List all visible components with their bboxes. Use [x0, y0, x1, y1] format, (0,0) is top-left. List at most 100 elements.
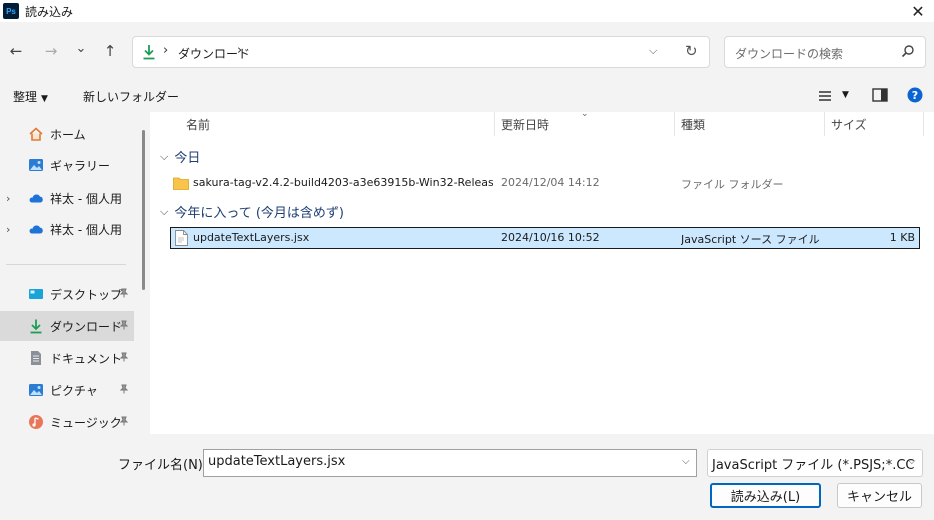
organize-button[interactable]: 整理 ▼ [13, 88, 48, 105]
pictures-icon [29, 384, 43, 396]
column-divider[interactable] [674, 112, 675, 136]
sidebar-item-pictures[interactable]: ピクチャ [0, 375, 134, 405]
file-type-select[interactable]: JavaScript ファイル (*.PSJS;*.CC [707, 449, 923, 477]
recent-locations-icon[interactable]: ⌄ [70, 37, 92, 59]
column-divider[interactable] [494, 112, 495, 136]
file-name: updateTextLayers.jsx [193, 231, 310, 244]
script-file-icon [175, 230, 188, 246]
file-type: ファイル フォルダー [681, 178, 784, 191]
chevron-down-icon[interactable]: ⌵ [908, 456, 916, 467]
expand-chevron-icon[interactable]: › [6, 192, 10, 205]
up-arrow-icon[interactable]: ↑ [99, 40, 121, 62]
file-size: 1 KB [889, 231, 915, 244]
file-name: sakura-tag-v2.4.2-build4203-a3e63915b-Wi… [193, 176, 493, 189]
command-bar: 整理 ▼ 新しいフォルダー ▼ ? [0, 80, 934, 112]
collapse-chevron-icon[interactable]: ⌵ [160, 150, 168, 164]
sidebar-item-label: ダウンロード [50, 319, 123, 334]
view-options-icon[interactable] [818, 90, 832, 102]
column-header-name[interactable]: 名前 [186, 112, 210, 136]
sidebar-item-label: ギャラリー [50, 158, 111, 173]
search-input[interactable]: ダウンロードの検索 [735, 45, 843, 62]
breadcrumb-separator[interactable]: › [237, 43, 242, 58]
back-arrow-icon[interactable]: ← [5, 40, 27, 62]
sidebar-item-onedrive[interactable]: › 祥太 - 個人用 [0, 214, 134, 244]
sidebar-item-home[interactable]: ホーム [0, 119, 134, 149]
expand-chevron-icon[interactable]: › [6, 223, 10, 236]
column-header-date[interactable]: 更新日時 [501, 112, 549, 136]
music-icon [29, 415, 43, 429]
download-icon [143, 45, 155, 60]
sidebar-item-desktop[interactable]: デスクトップ [0, 279, 134, 309]
search-icon [901, 45, 914, 58]
sidebar-item-label: 祥太 - 個人用 [50, 222, 122, 237]
open-button[interactable]: 読み込み(L) [710, 483, 821, 508]
column-header-type[interactable]: 種類 [681, 112, 705, 136]
download-icon [30, 319, 42, 334]
sidebar-item-label: ホーム [50, 127, 86, 142]
group-label: 今日 [174, 151, 201, 166]
folder-icon [173, 177, 189, 190]
file-date: 2024/10/16 10:52 [501, 231, 600, 244]
column-divider[interactable] [923, 112, 924, 136]
chevron-down-icon[interactable]: ⌵ [682, 456, 690, 467]
group-label: 今年に入って (今月は含めず) [174, 206, 344, 221]
column-header-size[interactable]: サイズ [831, 112, 867, 136]
close-icon[interactable]: ✕ [908, 1, 928, 21]
navigation-pane: ホーム ギャラリー › 祥太 - 個人用 › 祥太 - 個人用 デスクトップ ダ… [0, 112, 150, 434]
sort-indicator-icon: ⌄ [581, 109, 589, 119]
home-icon [29, 127, 43, 141]
cloud-icon [29, 225, 43, 234]
sidebar-item-gallery[interactable]: ギャラリー [0, 150, 134, 180]
sidebar-item-downloads[interactable]: ダウンロード [0, 311, 134, 341]
pin-icon[interactable] [119, 288, 129, 301]
dropdown-arrow-icon: ▼ [41, 94, 48, 104]
table-row[interactable]: updateTextLayers.jsx 2024/10/16 10:52 Ja… [170, 227, 920, 249]
pin-icon[interactable] [119, 352, 129, 365]
sidebar-item-label: ピクチャ [50, 383, 98, 398]
pin-icon[interactable] [119, 384, 129, 397]
pin-icon[interactable] [119, 416, 129, 429]
view-dropdown-icon[interactable]: ▼ [842, 90, 849, 100]
desktop-icon [29, 289, 43, 299]
sidebar-item-label: ドキュメント [50, 351, 123, 366]
navigation-bar: ← → ⌄ ↑ › ダウンロード › ⌵ ↻ ダウンロードの検索 [0, 22, 934, 80]
window-title: 読み込み [25, 4, 74, 19]
sidebar-item-label: デスクトップ [50, 287, 123, 302]
title-bar: Ps 読み込み ✕ [0, 0, 934, 22]
open-file-dialog: Ps 読み込み ✕ ← → ⌄ ↑ › ダウンロード › ⌵ ↻ ダウンロードの… [0, 0, 934, 520]
table-row[interactable]: sakura-tag-v2.4.2-build4203-a3e63915b-Wi… [170, 173, 920, 195]
filename-label: ファイル名(N): [118, 458, 208, 473]
sidebar-item-label: 祥太 - 個人用 [50, 191, 122, 206]
document-icon [31, 351, 41, 365]
filename-field[interactable]: updateTextLayers.jsx [203, 449, 697, 477]
chevron-down-icon[interactable]: ⌵ [649, 44, 657, 58]
group-header-today[interactable]: ⌵ 今日 [160, 147, 201, 167]
sidebar-item-music[interactable]: ミュージック [0, 407, 134, 437]
collapse-chevron-icon[interactable]: ⌵ [160, 205, 168, 219]
sidebar-item-onedrive[interactable]: › 祥太 - 個人用 [0, 183, 134, 213]
sidebar-item-documents[interactable]: ドキュメント [0, 343, 134, 373]
svg-text:?: ? [912, 89, 918, 102]
new-folder-button[interactable]: 新しいフォルダー [83, 88, 179, 105]
address-bar[interactable]: › ダウンロード › ⌵ ↻ [132, 36, 710, 68]
group-header-this-year[interactable]: ⌵ 今年に入って (今月は含めず) [160, 202, 344, 222]
cloud-icon [29, 194, 43, 203]
file-date: 2024/12/04 14:12 [501, 176, 600, 189]
breadcrumb-separator[interactable]: › [163, 43, 168, 58]
dialog-footer: ファイル名(N): updateTextLayers.jsx ⌵ JavaScr… [0, 434, 934, 520]
column-divider[interactable] [824, 112, 825, 136]
refresh-icon[interactable]: ↻ [685, 42, 698, 60]
photoshop-icon: Ps [3, 3, 19, 19]
pin-icon[interactable] [119, 320, 129, 333]
gallery-icon [29, 159, 43, 171]
file-type: JavaScript ソース ファイル [681, 233, 820, 246]
search-box[interactable]: ダウンロードの検索 [724, 36, 926, 68]
navigation-scrollbar[interactable] [142, 130, 145, 290]
cancel-button[interactable]: キャンセル [837, 483, 922, 508]
sidebar-item-label: ミュージック [50, 415, 122, 430]
sidebar-divider [6, 264, 126, 265]
organize-label: 整理 [13, 90, 38, 104]
forward-arrow-icon[interactable]: → [40, 40, 62, 62]
help-icon[interactable]: ? [907, 87, 923, 103]
preview-pane-icon[interactable] [872, 88, 888, 102]
